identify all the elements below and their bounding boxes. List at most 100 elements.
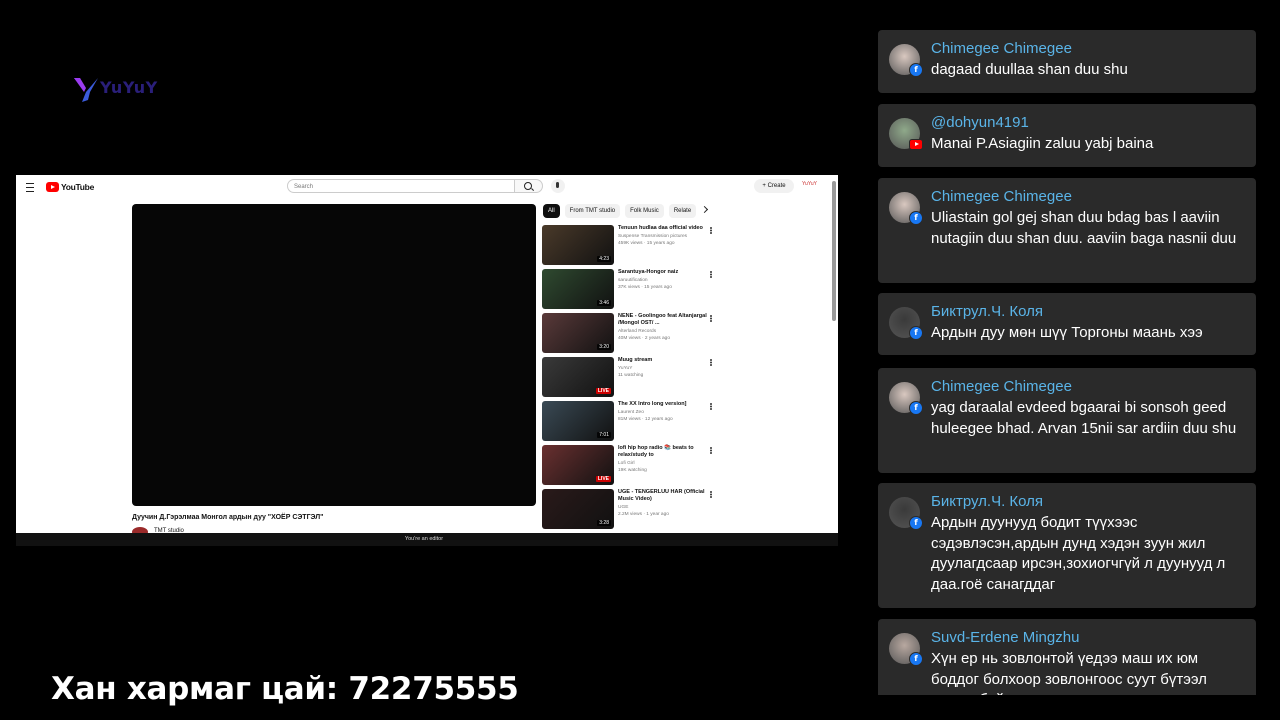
recommendation-meta: 81M views · 12 years ago	[618, 416, 673, 422]
youtube-icon	[909, 139, 923, 150]
chat-author: Биктрул.Ч. Коля	[931, 303, 1044, 320]
chevron-right-icon[interactable]	[700, 205, 709, 214]
facebook-icon: f	[909, 211, 923, 225]
recommendation-title[interactable]: The XX Intro long version]	[618, 401, 710, 408]
chat-author: Chimegee Chimegee	[931, 378, 1072, 395]
more-options-icon[interactable]	[710, 315, 712, 317]
chat-text: Manai P.Asiagiin zaluu yabj baina	[931, 135, 1154, 152]
recommendation-meta: 11 watching	[618, 372, 644, 378]
chip-related[interactable]: Relate	[668, 204, 697, 218]
facebook-icon: f	[909, 63, 923, 77]
chat-message: f Chimegee Chimegee yag daraalal evdeed bg…	[878, 368, 1256, 473]
sponsor-caption: Хан хармаг цай: 72275555	[51, 671, 519, 707]
chat-author: Chimegee Chimegee	[931, 40, 1072, 57]
duration-badge: 3:20	[597, 344, 611, 350]
chat-author: Suvd-Erdene Mingzhu	[931, 629, 1080, 646]
chat-author: Chimegee Chimegee	[931, 188, 1072, 205]
logo-text: YuYuY	[100, 78, 158, 97]
chat-message: @dohyun4191 Manai P.Asiagiin zaluu yabj b…	[878, 104, 1256, 167]
chat-message: f Chimegee Chimegee Uliastain gol gej shan…	[878, 178, 1256, 283]
duration-badge: 4:23	[597, 256, 611, 262]
avatar	[889, 118, 923, 150]
scrollbar[interactable]	[832, 181, 836, 321]
chat-text: dagaad duullaa shan duu shu	[931, 61, 1128, 78]
recommendation-item[interactable]: 4:23 Tenuun hudlaa daa official video Susp…	[542, 225, 722, 265]
search-button[interactable]	[515, 179, 543, 193]
avatar: f	[889, 192, 923, 225]
more-options-icon[interactable]	[710, 359, 712, 361]
chat-message: f Suvd-Erdene Mingzhu Хүн ер нь зовлонтой …	[878, 619, 1256, 695]
avatar: f	[889, 633, 923, 666]
recommendation-meta: 459K views · 15 years ago	[618, 240, 675, 246]
menu-icon[interactable]	[26, 183, 34, 192]
recommendation-title[interactable]: NENE - Goolingoo feat Altanjargal /Mongo…	[618, 313, 710, 327]
duration-badge: LIVE	[595, 388, 611, 394]
duration-badge: 3:46	[597, 300, 611, 306]
microphone-icon[interactable]	[551, 179, 565, 193]
recommendation-item[interactable]: 3:28 UGE - TENGERLUU HAR (Official Music …	[542, 489, 722, 529]
yuyuy-logo-icon	[74, 78, 98, 102]
search-icon	[524, 182, 532, 190]
recommendation-meta: 40M views · 2 years ago	[618, 335, 670, 341]
recommendation-item[interactable]: LIVE lofi hip hop radio 📚 beats to relax/…	[542, 445, 722, 485]
more-options-icon[interactable]	[710, 491, 712, 493]
chip-from-tmt-studio[interactable]: From TMT studio	[564, 204, 621, 218]
chat-text: yag daraalal evdeed bgaarai bi sonsoh ge…	[931, 399, 1237, 437]
video-thumbnail[interactable]: 7:01	[542, 401, 614, 441]
chat-panel: f Chimegee Chimegee dagaad duullaa shan du…	[878, 30, 1256, 695]
filter-chips: All From TMT studio Folk Music Relate	[543, 204, 697, 218]
recommendation-meta: 37K views · 15 years ago	[618, 284, 672, 290]
video-thumbnail[interactable]: LIVE	[542, 445, 614, 485]
avatar: f	[889, 44, 923, 77]
more-options-icon[interactable]	[710, 403, 712, 405]
youtube-logo[interactable]: YouTube	[46, 181, 94, 193]
video-thumbnail[interactable]: 4:23	[542, 225, 614, 265]
chat-text: Хүн ер нь зовлонтой үедээ маш их юм бодд…	[931, 650, 1207, 695]
more-options-icon[interactable]	[710, 271, 712, 273]
youtube-header: YouTube Search + Create YuYuY	[16, 175, 838, 199]
recommendation-title[interactable]: UGE - TENGERLUU HAR (Official Music Vide…	[618, 489, 710, 503]
avatar: f	[889, 307, 923, 340]
recommendation-title[interactable]: Muug stream	[618, 357, 710, 364]
video-thumbnail[interactable]: 3:46	[542, 269, 614, 309]
recommendation-meta: 2.2M views · 1 year ago	[618, 511, 669, 517]
editor-notice: You're an editor	[404, 536, 444, 542]
avatar: f	[889, 382, 923, 415]
recommendation-item[interactable]: 7:01 The XX Intro long version] Laurent Ze…	[542, 401, 722, 441]
chat-text: Uliastain gol gej shan duu bdag bas l aa…	[931, 209, 1237, 247]
duration-badge: 7:01	[597, 432, 611, 438]
more-options-icon[interactable]	[710, 227, 712, 229]
video-title: Дуучин Д.Гэрэлмаа Монгол ардын дуу "ХОЁР…	[132, 514, 324, 521]
chip-all[interactable]: All	[543, 204, 560, 218]
chip-folk-music[interactable]: Folk Music	[625, 204, 664, 218]
facebook-icon: f	[909, 516, 923, 530]
create-button[interactable]: + Create	[754, 179, 794, 193]
youtube-play-icon	[46, 182, 59, 192]
video-player[interactable]	[132, 204, 536, 506]
video-thumbnail[interactable]: 3:20	[542, 313, 614, 353]
chat-message: f Chimegee Chimegee dagaad duullaa shan du…	[878, 30, 1256, 93]
youtube-wordmark: YouTube	[61, 182, 94, 192]
editor-notice-bar: You're an editor	[16, 533, 838, 546]
duration-badge: LIVE	[595, 476, 611, 482]
search-input[interactable]: Search	[287, 179, 515, 193]
recommendation-item[interactable]: 3:20 NENE - Goolingoo feat Altanjargal /M…	[542, 313, 722, 353]
facebook-icon: f	[909, 401, 923, 415]
channel-logo: YuYuY	[72, 74, 172, 104]
recommendation-meta: 19K watching	[618, 467, 647, 473]
recommendation-title[interactable]: lofi hip hop radio 📚 beats to relax/stud…	[618, 445, 710, 459]
account-avatar[interactable]: YuYuY	[802, 181, 817, 187]
video-thumbnail[interactable]: 3:28	[542, 489, 614, 529]
recommendation-item[interactable]: 3:46 Sarantuya-Hongor naiz saruutification…	[542, 269, 722, 309]
facebook-icon: f	[909, 326, 923, 340]
create-label: Create	[767, 183, 786, 189]
video-thumbnail[interactable]: LIVE	[542, 357, 614, 397]
recommendation-title[interactable]: Sarantuya-Hongor naiz	[618, 269, 710, 276]
recommendation-title[interactable]: Tenuun hudlaa daa official video	[618, 225, 710, 232]
more-options-icon[interactable]	[710, 447, 712, 449]
recommendation-item[interactable]: LIVE Muug stream YuYuY 11 watching	[542, 357, 722, 397]
chat-author: @dohyun4191	[931, 114, 1029, 131]
chat-text: Ардын дуунууд бодит түүхээс сэдэвлэсэн,а…	[931, 514, 1226, 593]
youtube-window: YouTube Search + Create YuYuY Дуучин Д.Г…	[16, 175, 838, 546]
facebook-icon: f	[909, 652, 923, 666]
